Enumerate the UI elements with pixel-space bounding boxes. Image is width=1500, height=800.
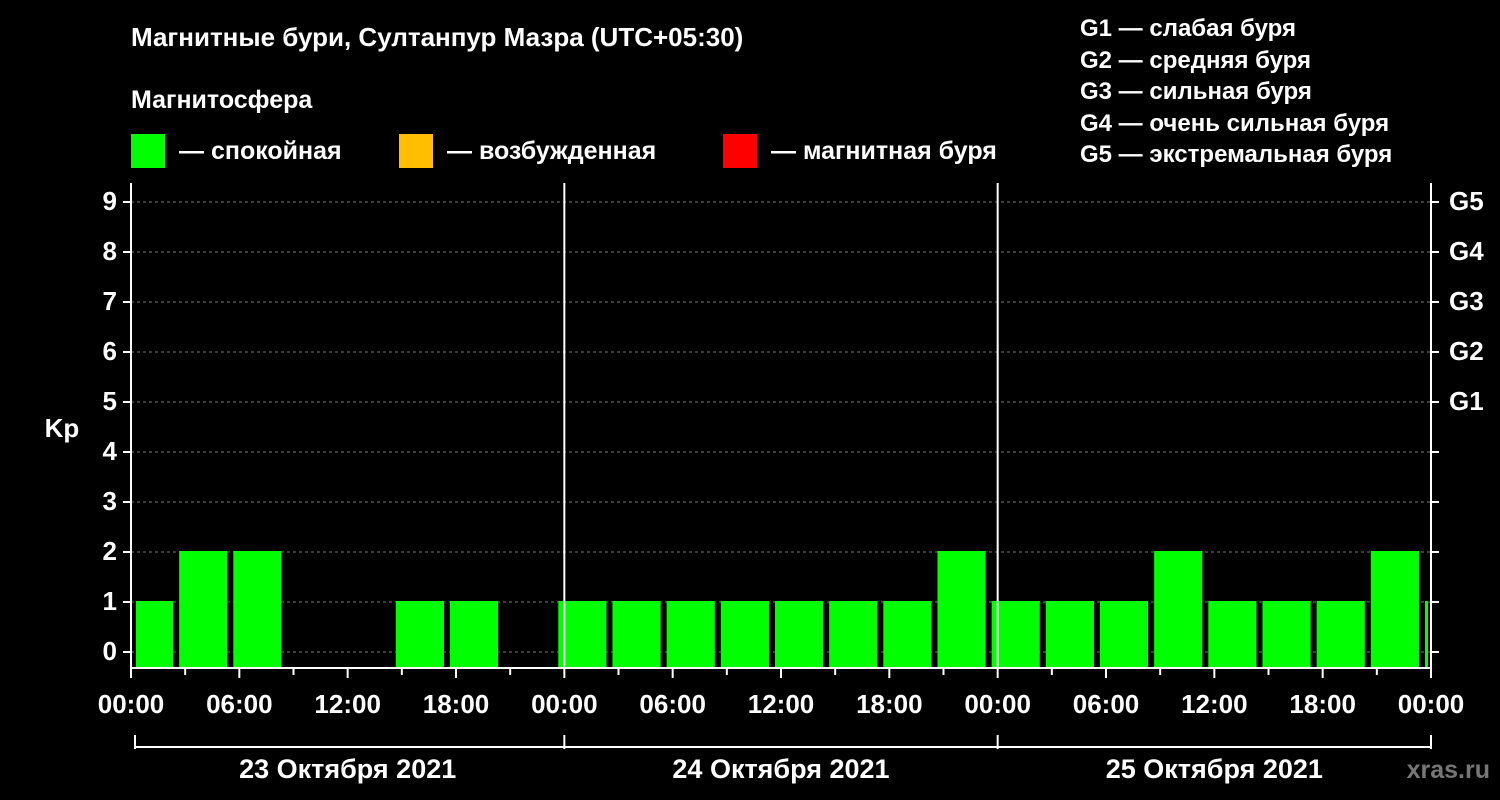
kp-bar-9	[612, 601, 661, 668]
watermark: xras.ru	[1406, 756, 1490, 784]
kp-bar-17	[1045, 601, 1094, 668]
kp-bar-23	[1370, 551, 1419, 668]
kp-bar-2	[233, 551, 282, 668]
kp-bar-chart: 0 1 2 3 4 5 6 7 8 9 G1 G2 G3 G4 G5 Kp 00:00 06:00 12:00 18:…	[45, 183, 1484, 784]
kp-bar-11	[720, 601, 769, 668]
y-tick-label: 7	[103, 286, 117, 316]
y-tick-label: 9	[103, 186, 117, 216]
g-level-label: G1	[1449, 386, 1484, 416]
g-level-label: G2	[1449, 336, 1484, 366]
kp-bar-15	[937, 551, 986, 668]
day-label: 24 Октября 2021	[672, 754, 889, 784]
kp-bar-0	[136, 601, 174, 668]
kp-bar-14	[883, 601, 932, 668]
kp-bar-13	[829, 601, 878, 668]
kp-bar-21	[1262, 601, 1311, 668]
g-level-label: G5	[1449, 186, 1484, 216]
day-label: 25 Октября 2021	[1106, 754, 1323, 784]
x-tick-label: 00:00	[964, 689, 1031, 719]
kp-bar-24	[1424, 601, 1428, 668]
kp-bar-18	[1099, 601, 1149, 668]
x-tick-label: 12:00	[314, 689, 381, 719]
y-tick-label: 5	[103, 386, 117, 416]
kp-bar-1	[179, 551, 228, 668]
y-tick-label: 1	[103, 586, 117, 616]
y-tick-label: 8	[103, 236, 117, 266]
g-level-label: G4	[1449, 236, 1484, 266]
kp-bar-5	[395, 601, 444, 668]
y-tick-label: 3	[103, 486, 117, 516]
x-tick-label: 00:00	[1398, 689, 1465, 719]
x-tick-label: 12:00	[1181, 689, 1248, 719]
kp-bar-10	[666, 601, 715, 668]
day-label: 23 Октября 2021	[239, 754, 456, 784]
y-axis-label: Kp	[45, 413, 80, 443]
x-tick-label: 18:00	[423, 689, 490, 719]
kp-bar-8	[558, 601, 607, 668]
x-tick-label: 06:00	[639, 689, 706, 719]
kp-bar-12	[774, 601, 824, 668]
kp-bar-20	[1208, 601, 1257, 668]
g-level-label: G3	[1449, 286, 1484, 316]
y-tick-label: 6	[103, 336, 117, 366]
kp-bar-19	[1154, 551, 1203, 668]
y-tick-label: 0	[103, 636, 117, 666]
y-tick-label: 4	[103, 436, 118, 466]
x-tick-label: 06:00	[1073, 689, 1140, 719]
x-tick-label: 00:00	[531, 689, 598, 719]
x-tick-label: 12:00	[748, 689, 815, 719]
x-tick-label: 06:00	[206, 689, 273, 719]
x-tick-label: 00:00	[98, 689, 165, 719]
kp-bar-6	[449, 601, 499, 668]
kp-bar-22	[1316, 601, 1365, 668]
kp-bar-16	[991, 601, 1040, 668]
x-tick-label: 18:00	[1289, 689, 1356, 719]
x-tick-label: 18:00	[856, 689, 923, 719]
y-tick-label: 2	[103, 536, 117, 566]
